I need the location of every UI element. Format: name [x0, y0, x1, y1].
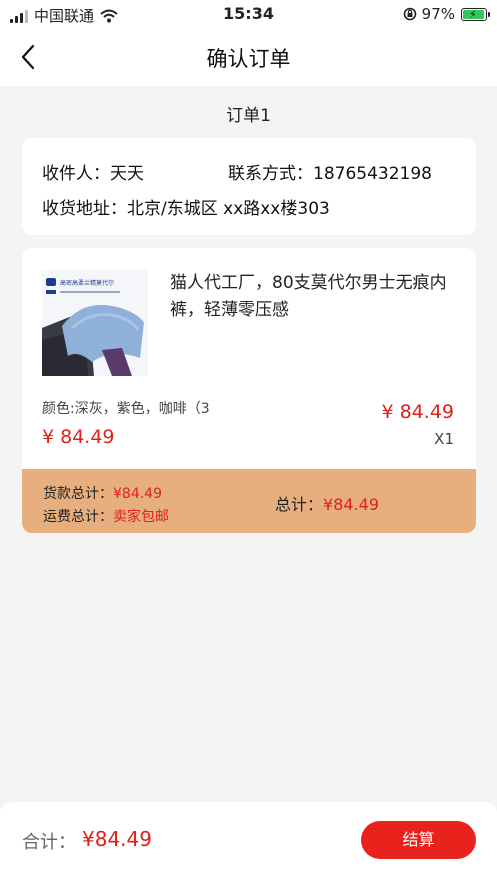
shipping-total: 运费总计：卖家包邮	[43, 506, 169, 526]
product-spec: 颜色:深灰，紫色，咖啡（3	[42, 401, 210, 417]
goods-total-label: 货款总计：	[43, 486, 113, 502]
checkout-button[interactable]: 结算	[361, 821, 476, 859]
goods-total: 货款总计：¥84.49	[43, 483, 162, 503]
shipping-total-value: 卖家包邮	[113, 509, 169, 525]
contact-text: 联系方式：18765432198	[228, 164, 432, 184]
order-summary: 货款总计：¥84.49 运费总计：卖家包邮 总计：¥84.49	[22, 469, 476, 533]
battery-charging-icon: ⚡	[461, 7, 490, 21]
goods-total-value: ¥84.49	[113, 486, 162, 502]
product-image-graphic: 高密高柔兰精莫代尔	[42, 270, 148, 376]
grand-total-value: ¥84.49	[82, 827, 152, 851]
nav-bar: 确认订单	[0, 28, 497, 86]
product-unit-price: ¥ 84.49	[42, 426, 115, 448]
status-bar: 中国联通 15:34 97% ⚡	[0, 0, 497, 28]
shipping-total-label: 运费总计：	[43, 509, 113, 525]
product-image-label: 高密高柔兰精莫代尔	[60, 279, 114, 287]
orientation-lock-icon	[403, 7, 416, 21]
order-total-label: 总计：	[275, 495, 324, 514]
product-quantity: X1	[434, 430, 454, 448]
battery-percent: 97%	[421, 5, 455, 23]
grand-total-label: 合计：	[22, 832, 76, 853]
product-price: ¥ 84.49	[381, 401, 454, 423]
order-total-value: ¥84.49	[323, 495, 379, 514]
bottom-bar: 合计： ¥84.49 结算	[0, 802, 497, 883]
product-title: 猫人代工厂，80支莫代尔男士无痕内裤，轻薄零压感	[170, 273, 447, 320]
product-card: 高密高柔兰精莫代尔 猫人代工厂，80支莫代尔男士无痕内裤，轻薄零压感 颜色:深灰…	[22, 248, 476, 533]
address-text: 收货地址：北京/东城区 xx路xx楼303	[42, 199, 330, 219]
product-image[interactable]: 高密高柔兰精莫代尔	[42, 270, 148, 376]
recipient-text: 收件人：天天	[42, 164, 144, 184]
order-total: 总计：¥84.49	[275, 491, 379, 515]
address-card[interactable]: 收件人：天天 联系方式：18765432198 收货地址：北京/东城区 xx路x…	[22, 138, 476, 235]
order-label: 订单1	[226, 106, 271, 126]
page-title: 确认订单	[206, 47, 291, 71]
status-right: 97% ⚡	[403, 5, 490, 23]
